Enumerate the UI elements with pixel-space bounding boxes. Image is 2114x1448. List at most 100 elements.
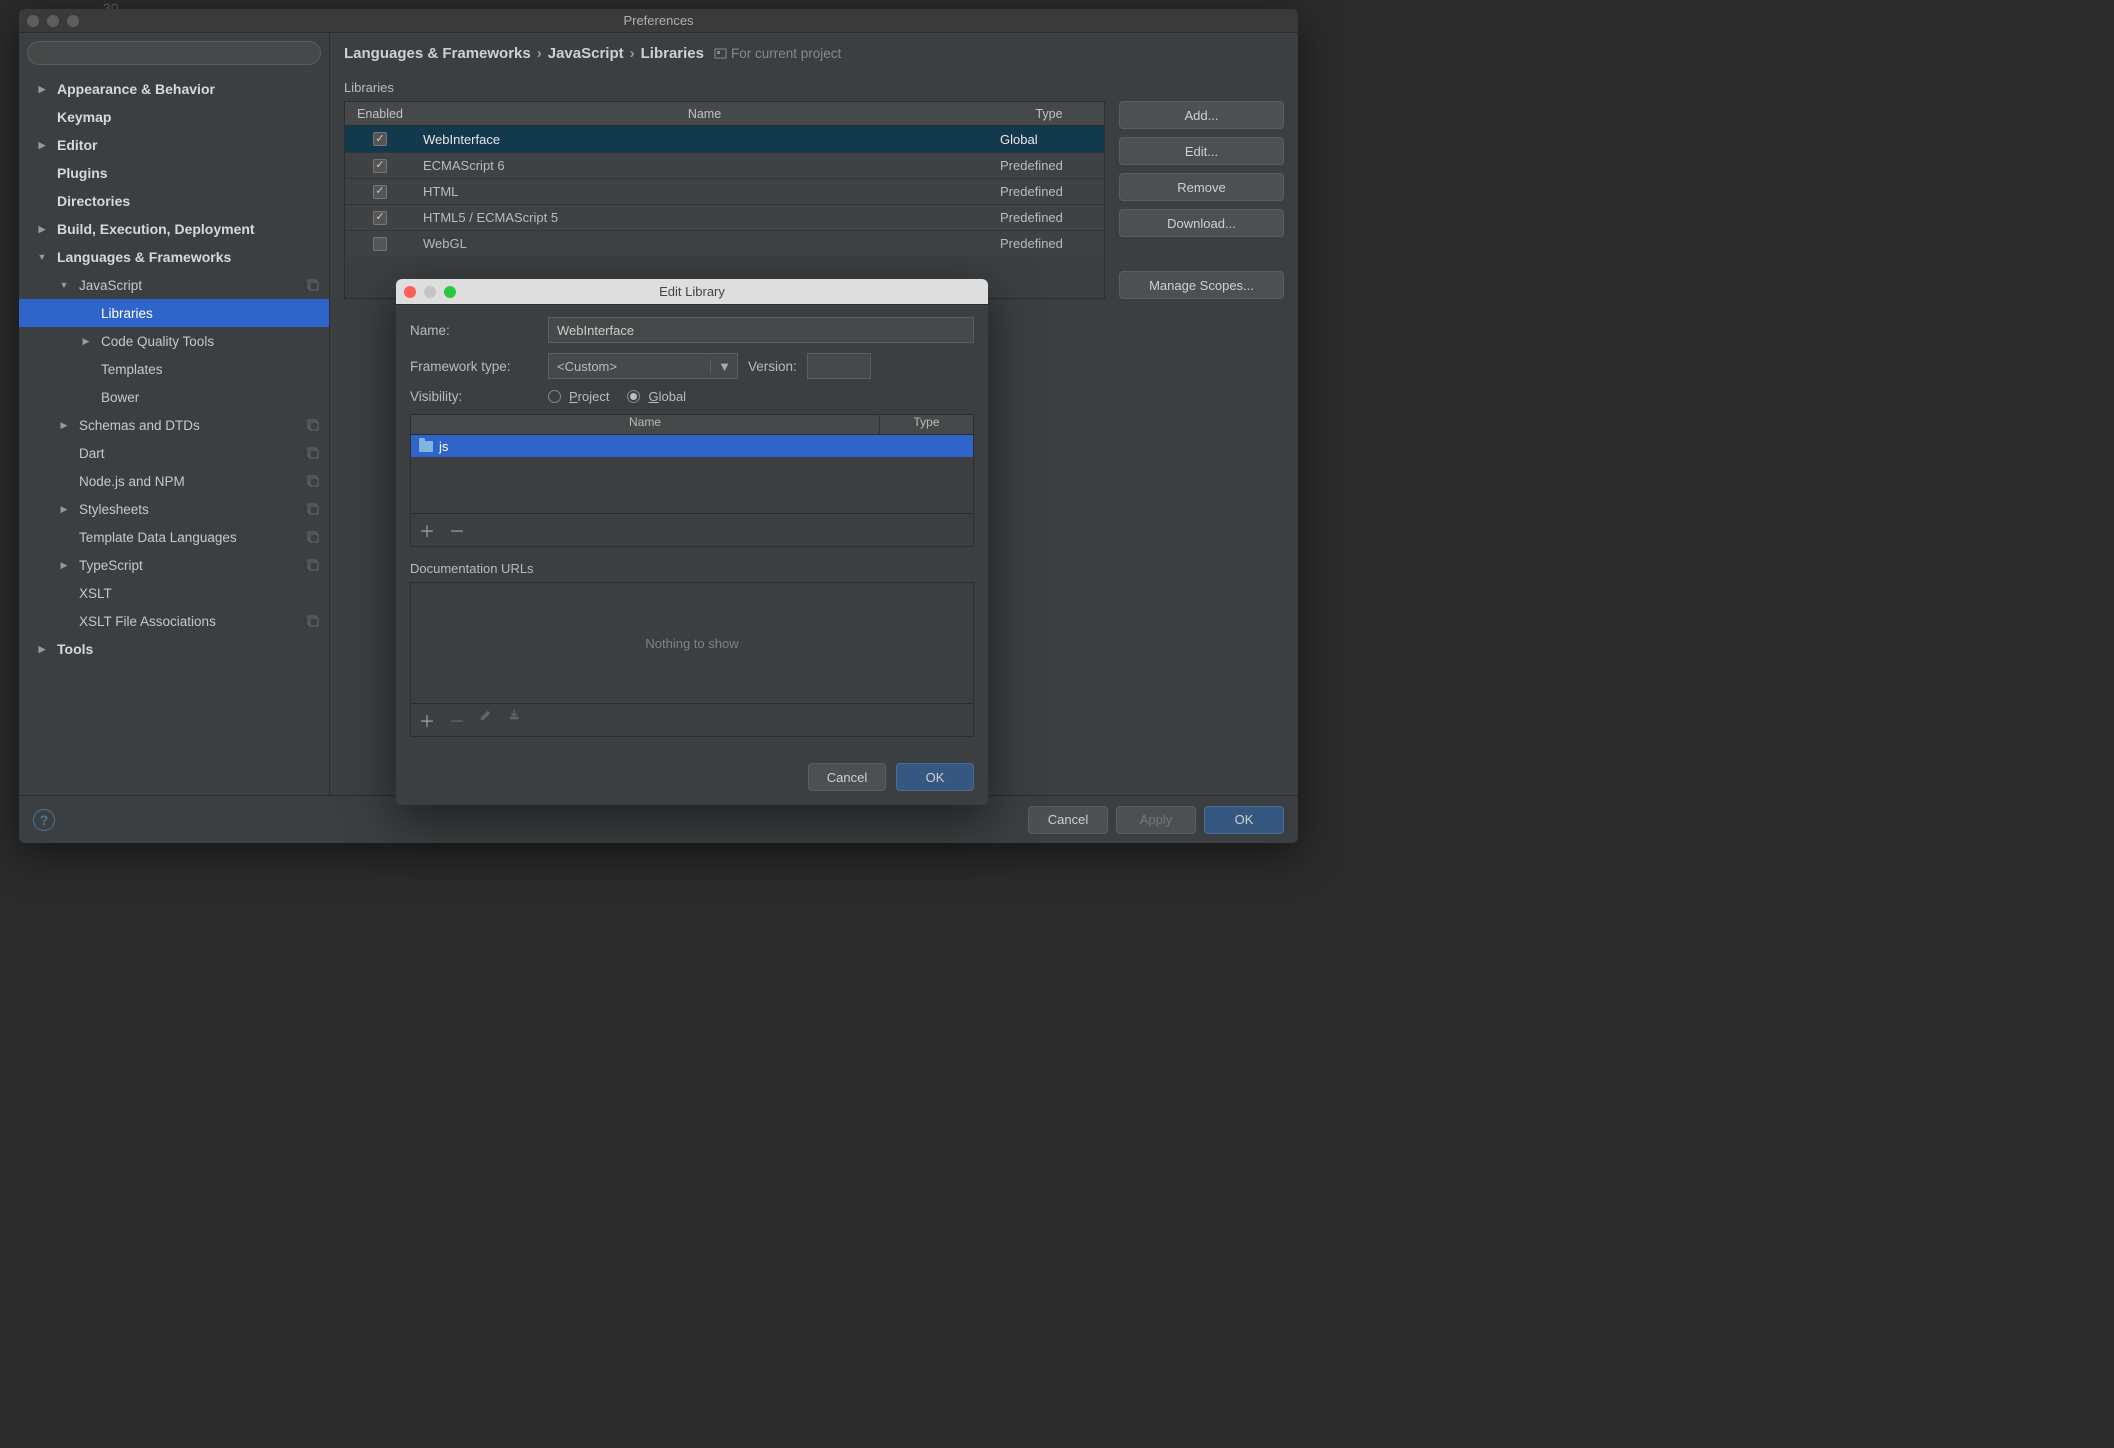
name-field[interactable] [548, 317, 974, 343]
download-button[interactable]: Download... [1119, 209, 1284, 237]
table-row[interactable]: ECMAScript 6Predefined [345, 152, 1104, 178]
framework-type-select[interactable]: <Custom> ▼ [548, 353, 738, 379]
tree-item-plugins[interactable]: Plugins [19, 159, 329, 187]
zoom-icon[interactable] [444, 286, 456, 298]
tree-item-label: Schemas and DTDs [79, 418, 200, 433]
remove-url-icon: － [449, 708, 465, 732]
close-icon[interactable] [404, 286, 416, 298]
tree-item-label: Keymap [57, 109, 111, 125]
tree-item-dart[interactable]: Dart [19, 439, 329, 467]
library-name: WebGL [415, 236, 994, 251]
libraries-table[interactable]: Enabled Name Type WebInterfaceGlobalECMA… [344, 101, 1105, 299]
manage-scopes-button[interactable]: Manage Scopes... [1119, 271, 1284, 299]
close-icon[interactable] [27, 15, 39, 27]
name-label: Name: [410, 323, 538, 338]
minimize-icon [424, 286, 436, 298]
version-field[interactable] [807, 353, 871, 379]
table-row[interactable]: WebInterfaceGlobal [345, 126, 1104, 152]
enabled-checkbox[interactable] [373, 211, 387, 225]
project-scope-icon [714, 47, 727, 60]
enabled-checkbox[interactable] [373, 159, 387, 173]
enabled-checkbox[interactable] [373, 185, 387, 199]
zoom-icon[interactable] [67, 15, 79, 27]
library-name: ECMAScript 6 [415, 158, 994, 173]
tree-item-templates[interactable]: Templates [19, 355, 329, 383]
tree-item-label: Languages & Frameworks [57, 249, 231, 265]
library-files-table[interactable]: Name Type js ＋ － [410, 414, 974, 547]
tree-item-editor[interactable]: ▶ Editor [19, 131, 329, 159]
tree-item-template-data-languages[interactable]: Template Data Languages [19, 523, 329, 551]
tree-item-directories[interactable]: Directories [19, 187, 329, 215]
tree-item-code-quality-tools[interactable]: ▶Code Quality Tools [19, 327, 329, 355]
preferences-sidebar: ▶Appearance & Behavior Keymap ▶ Editor Plugi… [19, 33, 330, 795]
dialog-cancel-button[interactable]: Cancel [808, 763, 886, 791]
col-enabled: Enabled [345, 107, 415, 121]
tree-item-typescript[interactable]: ▶TypeScript [19, 551, 329, 579]
tree-item-xslt-file-associations[interactable]: XSLT File Associations [19, 607, 329, 635]
tree-item-node-js-and-npm[interactable]: Node.js and NPM [19, 467, 329, 495]
tree-item-label: Directories [57, 193, 130, 209]
search-input[interactable] [27, 41, 321, 65]
add-file-icon[interactable]: ＋ [419, 518, 435, 542]
tree-item-build-execution-deployment[interactable]: ▶Build, Execution, Deployment [19, 215, 329, 243]
tree-item-label: Editor [57, 137, 97, 153]
remove-file-icon[interactable]: － [449, 518, 465, 542]
library-name: HTML [415, 184, 994, 199]
table-row[interactable]: HTMLPredefined [345, 178, 1104, 204]
chevron-right-icon: ▶ [35, 140, 49, 151]
minimize-icon[interactable] [47, 15, 59, 27]
table-row[interactable]: WebGLPredefined [345, 230, 1104, 256]
visibility-global-radio[interactable]: Global [627, 389, 686, 404]
breadcrumb-part[interactable]: Languages & Frameworks [344, 45, 531, 62]
framework-type-value: <Custom> [557, 359, 617, 374]
tree-item-appearance-behavior[interactable]: ▶Appearance & Behavior [19, 75, 329, 103]
tree-item-xslt[interactable]: XSLT [19, 579, 329, 607]
help-icon[interactable]: ? [33, 809, 55, 831]
scope-label: For current project [731, 46, 841, 61]
breadcrumb-part[interactable]: JavaScript [548, 45, 624, 62]
empty-placeholder: Nothing to show [411, 583, 973, 703]
traffic-lights[interactable] [404, 286, 456, 298]
cancel-button[interactable]: Cancel [1028, 806, 1108, 834]
tree-item-keymap[interactable]: Keymap [19, 103, 329, 131]
tree-item-languages-frameworks[interactable]: ▼Languages & Frameworks [19, 243, 329, 271]
tree-item-tools[interactable]: ▶Tools [19, 635, 329, 663]
project-scope-icon [307, 559, 319, 571]
project-scope-icon [307, 615, 319, 627]
tree-item-label: Plugins [57, 165, 108, 181]
file-row[interactable]: js [411, 435, 973, 457]
library-name: HTML5 / ECMAScript 5 [415, 210, 994, 225]
chevron-right-icon: › [537, 45, 542, 62]
enabled-checkbox[interactable] [373, 132, 387, 146]
edit-button[interactable]: Edit... [1119, 137, 1284, 165]
library-actions: Add... Edit... Remove Download... Manage… [1119, 101, 1284, 299]
visibility-project-radio[interactable]: ProjectProject [548, 389, 609, 404]
library-type: Predefined [994, 210, 1104, 225]
remove-button[interactable]: Remove [1119, 173, 1284, 201]
add-button[interactable]: Add... [1119, 101, 1284, 129]
dialog-ok-button[interactable]: OK [896, 763, 974, 791]
chevron-right-icon: ▶ [35, 644, 49, 655]
table-row[interactable]: HTML5 / ECMAScript 5Predefined [345, 204, 1104, 230]
chevron-right-icon: ▶ [57, 504, 71, 515]
breadcrumb: Languages & Frameworks › JavaScript › Li… [344, 43, 1284, 74]
tree-item-bower[interactable]: Bower [19, 383, 329, 411]
col-type: Type [994, 107, 1104, 121]
files-col-type: Type [879, 415, 973, 434]
enabled-checkbox[interactable] [373, 237, 387, 251]
tree-item-javascript[interactable]: ▼JavaScript [19, 271, 329, 299]
apply-button[interactable]: Apply [1116, 806, 1196, 834]
dialog-title: Edit Library [396, 284, 988, 299]
traffic-lights[interactable] [27, 15, 79, 27]
tree-item-label: Node.js and NPM [79, 474, 185, 489]
settings-tree[interactable]: ▶Appearance & Behavior Keymap ▶ Editor Plugi… [19, 73, 329, 795]
ok-button[interactable]: OK [1204, 806, 1284, 834]
add-url-icon[interactable]: ＋ [419, 708, 435, 732]
tree-item-libraries[interactable]: Libraries [19, 299, 329, 327]
tree-item-stylesheets[interactable]: ▶ Stylesheets [19, 495, 329, 523]
tree-item-schemas-and-dtds[interactable]: ▶Schemas and DTDs [19, 411, 329, 439]
libraries-heading: Libraries [344, 80, 1284, 95]
doc-urls-list[interactable]: Nothing to show ＋ － [410, 582, 974, 737]
visibility-label: Visibility: [410, 389, 538, 404]
tree-item-label: Stylesheets [79, 502, 149, 517]
